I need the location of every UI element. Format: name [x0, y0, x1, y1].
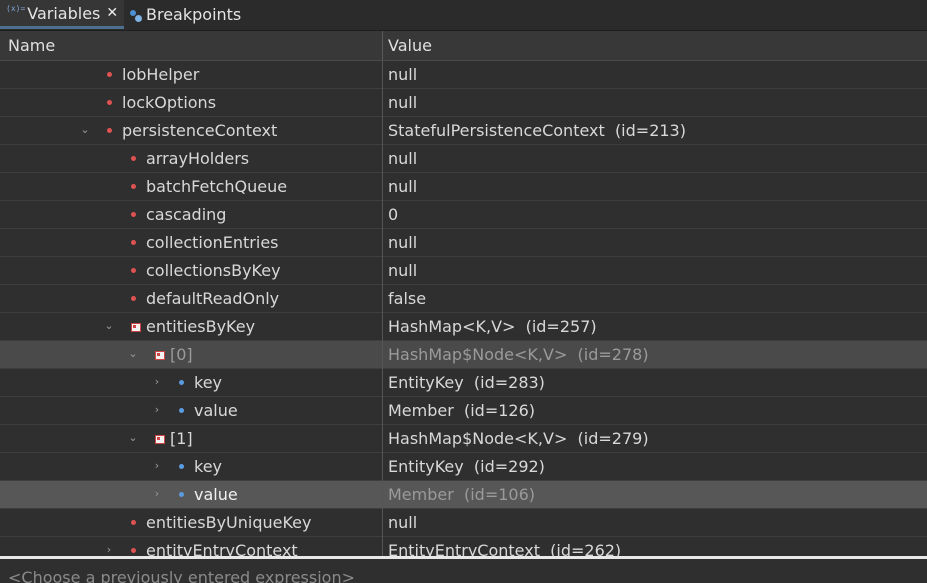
tab-breakpoints[interactable]: Breakpoints [126, 0, 241, 29]
variables-icon: (x)= [6, 3, 26, 13]
variable-name: key [194, 457, 223, 476]
map-entry-icon [155, 351, 165, 360]
variable-name: entitiesByKey [146, 317, 256, 336]
variable-value: Member (id=106) [388, 485, 536, 504]
variable-value: EntityKey (id=283) [388, 373, 545, 392]
local-icon [179, 408, 184, 413]
variable-name: value [194, 485, 238, 504]
close-icon[interactable]: ✕ [106, 5, 118, 21]
variable-name: cascading [146, 205, 227, 224]
breakpoints-icon [128, 8, 144, 22]
field-icon [107, 72, 112, 77]
chevron-down-icon[interactable]: ⌄ [127, 348, 139, 360]
variable-name: arrayHolders [146, 149, 250, 168]
field-icon [131, 296, 136, 301]
tree-row-entitiesbyuniquekey[interactable]: entitiesByUniqueKey null [0, 509, 927, 537]
variable-value: 0 [388, 205, 399, 224]
view-tab-bar: (x)= Variables ✕ Breakpoints [0, 0, 927, 31]
variable-value: false [388, 289, 427, 308]
column-divider[interactable] [382, 31, 383, 60]
chevron-down-icon[interactable]: ⌄ [79, 124, 91, 136]
variable-name: batchFetchQueue [146, 177, 288, 196]
variable-value: null [388, 513, 418, 532]
tree-row-entry-0-value[interactable]: › value Member (id=126) [0, 397, 927, 425]
chevron-right-icon[interactable]: › [151, 404, 163, 416]
variable-value: StatefulPersistenceContext (id=213) [388, 121, 686, 140]
chevron-down-icon[interactable]: ⌄ [127, 432, 139, 444]
chevron-right-icon[interactable]: › [151, 488, 163, 500]
variable-value: HashMap$Node<K,V> (id=279) [388, 429, 649, 448]
local-icon [179, 380, 184, 385]
tree-row-entry-1[interactable]: ⌄ [1] HashMap$Node<K,V> (id=279) [0, 425, 927, 453]
tree-row-lockoptions[interactable]: lockOptions null [0, 89, 927, 117]
variable-value: EntityKey (id=292) [388, 457, 545, 476]
chevron-right-icon[interactable]: › [103, 544, 115, 556]
variable-name: [0] [170, 345, 193, 364]
map-entry-icon [155, 435, 165, 444]
chevron-right-icon[interactable]: › [151, 376, 163, 388]
field-icon [107, 100, 112, 105]
field-icon [131, 212, 136, 217]
chevron-right-icon[interactable]: › [151, 460, 163, 472]
field-icon [131, 548, 136, 553]
variable-name: [1] [170, 429, 193, 448]
variable-name: lobHelper [122, 65, 200, 84]
tree-row-collectionsbykey[interactable]: collectionsByKey null [0, 257, 927, 285]
variable-name: collectionEntries [146, 233, 279, 252]
tree-row-lobhelper[interactable]: lobHelper null [0, 61, 927, 89]
tree-row-collectionentries[interactable]: collectionEntries null [0, 229, 927, 257]
tree-row-arrayholders[interactable]: arrayHolders null [0, 145, 927, 173]
expression-detail-pane[interactable]: <Choose a previously entered expression> [0, 559, 927, 583]
local-icon [179, 464, 184, 469]
variable-value: HashMap<K,V> (id=257) [388, 317, 597, 336]
variable-value: null [388, 261, 418, 280]
field-icon [107, 128, 112, 133]
variable-value: Member (id=126) [388, 401, 536, 420]
tab-variables[interactable]: (x)= Variables ✕ [0, 0, 124, 29]
chevron-down-icon[interactable]: ⌄ [103, 320, 115, 332]
variable-value: null [388, 177, 418, 196]
variable-value: null [388, 149, 418, 168]
variable-name: collectionsByKey [146, 261, 281, 280]
column-header-value[interactable]: Value [388, 36, 432, 55]
field-icon [131, 184, 136, 189]
field-icon [131, 520, 136, 525]
column-header: Name Value [0, 31, 927, 61]
tree-row-entityentrycontext[interactable]: › entityEntryContext EntityEntryContext … [0, 537, 927, 556]
variable-name: persistenceContext [122, 121, 278, 140]
variable-name: value [194, 401, 238, 420]
column-header-name[interactable]: Name [8, 36, 55, 55]
variable-name: lockOptions [122, 93, 217, 112]
tree-row-entry-0[interactable]: ⌄ [0] HashMap$Node<K,V> (id=278) [0, 341, 927, 369]
expression-placeholder[interactable]: <Choose a previously entered expression> [8, 568, 355, 583]
tree-row-batchfetchqueue[interactable]: batchFetchQueue null [0, 173, 927, 201]
tree-row-cascading[interactable]: cascading 0 [0, 201, 927, 229]
tab-variables-label: Variables [27, 3, 101, 23]
local-icon [179, 492, 184, 497]
variable-value: null [388, 93, 418, 112]
tree-row-entry-1-value[interactable]: › value Member (id=106) [0, 481, 927, 509]
tree-row-persistencecontext[interactable]: ⌄ persistenceContext StatefulPersistence… [0, 117, 927, 145]
variable-name: key [194, 373, 223, 392]
tree-row-defaultreadonly[interactable]: defaultReadOnly false [0, 285, 927, 313]
field-icon [131, 240, 136, 245]
field-icon [131, 156, 136, 161]
variables-tree[interactable]: lobHelper null lockOptions null ⌄ persis… [0, 61, 927, 556]
tab-breakpoints-label: Breakpoints [146, 5, 242, 24]
variable-value: null [388, 65, 418, 84]
variable-value: HashMap$Node<K,V> (id=278) [388, 345, 649, 364]
variable-name: entityEntryContext [146, 541, 298, 556]
variable-name: defaultReadOnly [146, 289, 280, 308]
tree-row-entry-1-key[interactable]: › key EntityKey (id=292) [0, 453, 927, 481]
tree-row-entry-0-key[interactable]: › key EntityKey (id=283) [0, 369, 927, 397]
map-field-icon [131, 323, 141, 332]
variable-value: EntityEntryContext (id=262) [388, 541, 622, 556]
variable-value: null [388, 233, 418, 252]
tree-row-entitiesbykey[interactable]: ⌄ entitiesByKey HashMap<K,V> (id=257) [0, 313, 927, 341]
field-icon [131, 268, 136, 273]
variable-name: entitiesByUniqueKey [146, 513, 312, 532]
